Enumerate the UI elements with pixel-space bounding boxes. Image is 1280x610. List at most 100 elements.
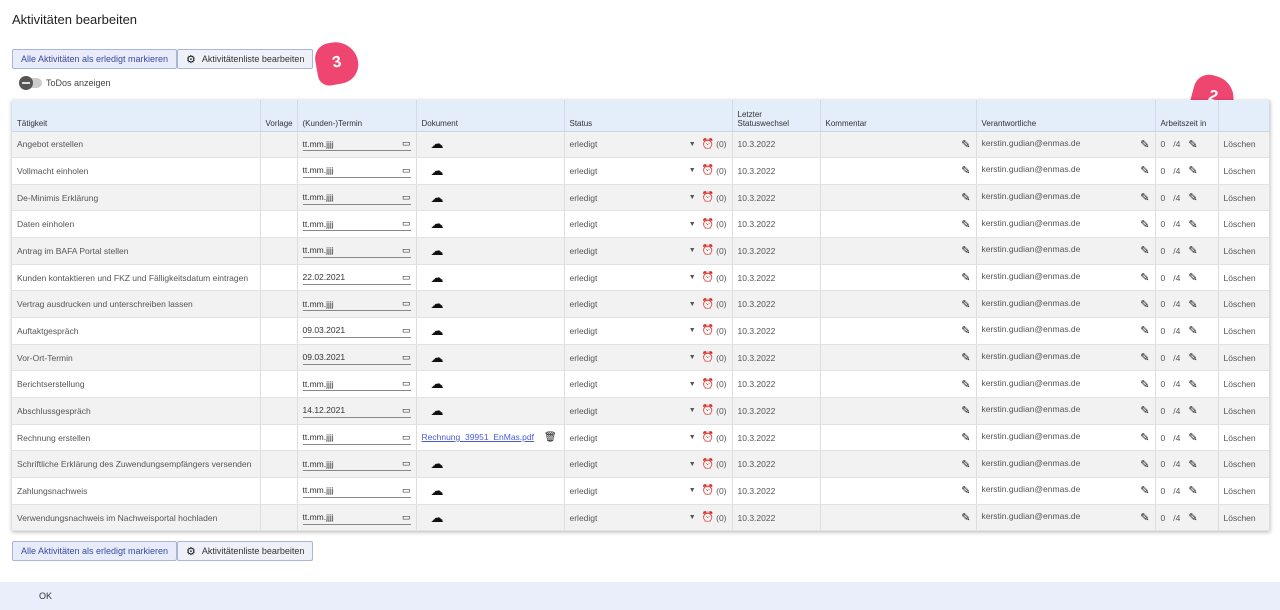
calendar-icon[interactable]: ▭ [402,138,411,149]
date-input[interactable]: tt.mm.jjjj ▭ [302,431,411,445]
pencil-icon[interactable]: ✎ [1188,431,1197,444]
pencil-icon[interactable]: ✎ [961,458,970,471]
pencil-icon[interactable]: ✎ [961,271,970,284]
pencil-icon[interactable]: ✎ [1140,378,1149,391]
status-select[interactable]: erledigt [570,379,689,389]
status-select[interactable]: erledigt [570,486,689,496]
chevron-down-icon[interactable]: ▼ [689,381,696,388]
chevron-down-icon[interactable]: ▼ [689,461,696,468]
alarm-icon[interactable]: ⏰ [702,165,714,176]
pencil-icon[interactable]: ✎ [1188,244,1197,257]
pencil-icon[interactable]: ✎ [1140,458,1149,471]
pencil-icon[interactable]: ✎ [1188,271,1197,284]
delete-button[interactable]: Löschen [1218,504,1270,532]
edit-activity-list-button[interactable]: ⚙ Aktivitätenliste bearbeiten [177,49,314,69]
pencil-icon[interactable]: ✎ [1188,378,1197,391]
alarm-icon[interactable]: ⏰ [702,352,714,363]
chevron-down-icon[interactable]: ▼ [689,167,696,174]
cloud-upload-icon[interactable]: ☁ [431,243,444,258]
chevron-down-icon[interactable]: ▼ [689,274,696,281]
pencil-icon[interactable]: ✎ [1140,431,1149,444]
chevron-down-icon[interactable]: ▼ [689,354,696,361]
pencil-icon[interactable]: ✎ [1140,271,1149,284]
pencil-icon[interactable]: ✎ [961,191,970,204]
status-select[interactable]: erledigt [570,219,689,229]
pencil-icon[interactable]: ✎ [1188,324,1197,337]
calendar-icon[interactable]: ▭ [402,458,411,469]
pencil-icon[interactable]: ✎ [961,324,970,337]
pencil-icon[interactable]: ✎ [1140,484,1149,497]
cloud-upload-icon[interactable]: ☁ [431,163,444,178]
pencil-icon[interactable]: ✎ [1188,511,1197,524]
pencil-icon[interactable]: ✎ [1140,164,1149,177]
alarm-icon[interactable]: ⏰ [702,485,714,496]
status-select[interactable]: erledigt [570,273,689,283]
chevron-down-icon[interactable]: ▼ [689,514,696,521]
pencil-icon[interactable]: ✎ [1188,404,1197,417]
chevron-down-icon[interactable]: ▼ [689,407,696,414]
alarm-icon[interactable]: ⏰ [702,459,714,470]
pencil-icon[interactable]: ✎ [961,218,970,231]
pencil-icon[interactable]: ✎ [1140,191,1149,204]
todos-toggle[interactable]: ToDos anzeigen [19,76,111,90]
chevron-down-icon[interactable]: ▼ [689,221,696,228]
cloud-upload-icon[interactable]: ☁ [431,216,444,231]
cloud-upload-icon[interactable]: ☁ [431,510,444,525]
chevron-down-icon[interactable]: ▼ [689,301,696,308]
pencil-icon[interactable]: ✎ [961,138,970,151]
calendar-icon[interactable]: ▭ [402,165,411,176]
status-select[interactable]: erledigt [570,326,689,336]
pencil-icon[interactable]: ✎ [961,431,970,444]
pencil-icon[interactable]: ✎ [1140,298,1149,311]
delete-button[interactable]: Löschen [1218,131,1270,159]
mark-all-done-button-bottom[interactable]: Alle Aktivitäten als erledigt markieren [12,541,178,561]
delete-button[interactable]: Löschen [1218,264,1270,292]
cloud-upload-icon[interactable]: ☁ [431,323,444,338]
pencil-icon[interactable]: ✎ [1188,351,1197,364]
pencil-icon[interactable]: ✎ [1188,298,1197,311]
chevron-down-icon[interactable]: ▼ [689,247,696,254]
delete-button[interactable]: Löschen [1218,210,1270,239]
alarm-icon[interactable]: ⏰ [702,139,714,150]
cloud-upload-icon[interactable]: ☁ [431,296,444,311]
date-input[interactable]: tt.mm.jjjj ▭ [302,164,411,178]
pencil-icon[interactable]: ✎ [961,511,970,524]
calendar-icon[interactable]: ▭ [402,245,411,256]
delete-button[interactable]: Löschen [1218,237,1270,265]
date-input[interactable]: tt.mm.jjjj ▭ [302,244,411,258]
pencil-icon[interactable]: ✎ [961,378,970,391]
chevron-down-icon[interactable]: ▼ [689,487,696,494]
date-input[interactable]: tt.mm.jjjj ▭ [302,191,411,205]
pencil-icon[interactable]: ✎ [961,298,970,311]
pencil-icon[interactable]: ✎ [1140,404,1149,417]
alarm-icon[interactable]: ⏰ [702,432,714,443]
delete-button[interactable]: Löschen [1218,184,1270,212]
chevron-down-icon[interactable]: ▼ [689,141,696,148]
cloud-upload-icon[interactable]: ☁ [431,190,444,205]
date-input[interactable]: tt.mm.jjjj ▭ [302,377,411,392]
alarm-icon[interactable]: ⏰ [702,405,714,416]
cloud-upload-icon[interactable]: ☁ [431,456,444,471]
pencil-icon[interactable]: ✎ [1140,244,1149,257]
pencil-icon[interactable]: ✎ [1188,458,1197,471]
status-select[interactable]: erledigt [570,246,689,256]
status-select[interactable]: erledigt [570,299,689,309]
delete-button[interactable]: Löschen [1218,157,1270,185]
date-input[interactable]: tt.mm.jjjj ▭ [302,457,411,472]
calendar-icon[interactable]: ▭ [402,405,411,416]
delete-button[interactable]: Löschen [1218,317,1270,345]
chevron-down-icon[interactable]: ▼ [689,194,696,201]
calendar-icon[interactable]: ▭ [402,192,411,203]
alarm-icon[interactable]: ⏰ [702,245,714,256]
status-select[interactable]: erledigt [570,433,689,443]
calendar-icon[interactable]: ▭ [402,512,411,523]
edit-activity-list-button-bottom[interactable]: ⚙ Aktivitätenliste bearbeiten [177,541,314,561]
calendar-icon[interactable]: ▭ [402,325,411,336]
alarm-icon[interactable]: ⏰ [702,192,714,203]
date-input[interactable]: 22.02.2021 ▭ [302,271,411,285]
ok-button[interactable]: OK [39,591,52,601]
pencil-icon[interactable]: ✎ [961,484,970,497]
pencil-icon[interactable]: ✎ [1140,511,1149,524]
pencil-icon[interactable]: ✎ [1188,218,1197,231]
cloud-upload-icon[interactable]: ☁ [431,270,444,285]
